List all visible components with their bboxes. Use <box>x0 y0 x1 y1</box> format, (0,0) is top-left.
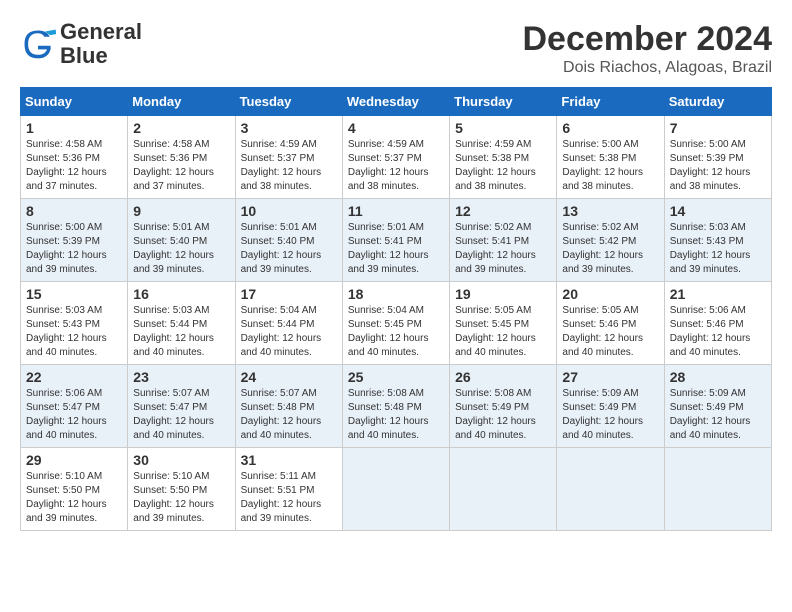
day-cell-20: 20Sunrise: 5:05 AMSunset: 5:46 PMDayligh… <box>557 282 664 365</box>
day-cell-4: 4Sunrise: 4:59 AMSunset: 5:37 PMDaylight… <box>342 116 449 199</box>
day-cell-31: 31Sunrise: 5:11 AMSunset: 5:51 PMDayligh… <box>235 448 342 531</box>
day-cell-21: 21Sunrise: 5:06 AMSunset: 5:46 PMDayligh… <box>664 282 771 365</box>
day-cell-23: 23Sunrise: 5:07 AMSunset: 5:47 PMDayligh… <box>128 365 235 448</box>
logo: General Blue <box>20 20 142 68</box>
day-cell-11: 11Sunrise: 5:01 AMSunset: 5:41 PMDayligh… <box>342 199 449 282</box>
day-cell-17: 17Sunrise: 5:04 AMSunset: 5:44 PMDayligh… <box>235 282 342 365</box>
day-cell-18: 18Sunrise: 5:04 AMSunset: 5:45 PMDayligh… <box>342 282 449 365</box>
logo-icon <box>20 26 56 62</box>
header-friday: Friday <box>557 88 664 116</box>
header-monday: Monday <box>128 88 235 116</box>
day-cell-29: 29Sunrise: 5:10 AMSunset: 5:50 PMDayligh… <box>21 448 128 531</box>
day-cell-27: 27Sunrise: 5:09 AMSunset: 5:49 PMDayligh… <box>557 365 664 448</box>
header-thursday: Thursday <box>450 88 557 116</box>
empty-cell <box>664 448 771 531</box>
day-cell-3: 3Sunrise: 4:59 AMSunset: 5:37 PMDaylight… <box>235 116 342 199</box>
day-cell-26: 26Sunrise: 5:08 AMSunset: 5:49 PMDayligh… <box>450 365 557 448</box>
day-cell-30: 30Sunrise: 5:10 AMSunset: 5:50 PMDayligh… <box>128 448 235 531</box>
day-cell-19: 19Sunrise: 5:05 AMSunset: 5:45 PMDayligh… <box>450 282 557 365</box>
empty-cell <box>557 448 664 531</box>
logo-line2: Blue <box>60 44 142 68</box>
empty-cell <box>342 448 449 531</box>
header-saturday: Saturday <box>664 88 771 116</box>
day-cell-1: 1Sunrise: 4:58 AMSunset: 5:36 PMDaylight… <box>21 116 128 199</box>
day-cell-9: 9Sunrise: 5:01 AMSunset: 5:40 PMDaylight… <box>128 199 235 282</box>
empty-cell <box>450 448 557 531</box>
calendar-table: Sunday Monday Tuesday Wednesday Thursday… <box>20 87 772 531</box>
week-row-1: 1Sunrise: 4:58 AMSunset: 5:36 PMDaylight… <box>21 116 772 199</box>
day-cell-5: 5Sunrise: 4:59 AMSunset: 5:38 PMDaylight… <box>450 116 557 199</box>
day-cell-12: 12Sunrise: 5:02 AMSunset: 5:41 PMDayligh… <box>450 199 557 282</box>
title-area: December 2024 Dois Riachos, Alagoas, Bra… <box>522 20 772 77</box>
day-cell-13: 13Sunrise: 5:02 AMSunset: 5:42 PMDayligh… <box>557 199 664 282</box>
day-cell-8: 8Sunrise: 5:00 AMSunset: 5:39 PMDaylight… <box>21 199 128 282</box>
page-subtitle: Dois Riachos, Alagoas, Brazil <box>522 59 772 77</box>
day-cell-2: 2Sunrise: 4:58 AMSunset: 5:36 PMDaylight… <box>128 116 235 199</box>
header-wednesday: Wednesday <box>342 88 449 116</box>
day-cell-14: 14Sunrise: 5:03 AMSunset: 5:43 PMDayligh… <box>664 199 771 282</box>
week-row-3: 15Sunrise: 5:03 AMSunset: 5:43 PMDayligh… <box>21 282 772 365</box>
day-cell-10: 10Sunrise: 5:01 AMSunset: 5:40 PMDayligh… <box>235 199 342 282</box>
day-cell-6: 6Sunrise: 5:00 AMSunset: 5:38 PMDaylight… <box>557 116 664 199</box>
page-header: General Blue December 2024 Dois Riachos,… <box>20 20 772 77</box>
day-cell-22: 22Sunrise: 5:06 AMSunset: 5:47 PMDayligh… <box>21 365 128 448</box>
day-cell-7: 7Sunrise: 5:00 AMSunset: 5:39 PMDaylight… <box>664 116 771 199</box>
weekday-header-row: Sunday Monday Tuesday Wednesday Thursday… <box>21 88 772 116</box>
page-title: December 2024 <box>522 20 772 59</box>
week-row-4: 22Sunrise: 5:06 AMSunset: 5:47 PMDayligh… <box>21 365 772 448</box>
week-row-5: 29Sunrise: 5:10 AMSunset: 5:50 PMDayligh… <box>21 448 772 531</box>
week-row-2: 8Sunrise: 5:00 AMSunset: 5:39 PMDaylight… <box>21 199 772 282</box>
header-tuesday: Tuesday <box>235 88 342 116</box>
day-cell-28: 28Sunrise: 5:09 AMSunset: 5:49 PMDayligh… <box>664 365 771 448</box>
logo-line1: General <box>60 20 142 44</box>
day-cell-16: 16Sunrise: 5:03 AMSunset: 5:44 PMDayligh… <box>128 282 235 365</box>
day-cell-24: 24Sunrise: 5:07 AMSunset: 5:48 PMDayligh… <box>235 365 342 448</box>
header-sunday: Sunday <box>21 88 128 116</box>
day-cell-25: 25Sunrise: 5:08 AMSunset: 5:48 PMDayligh… <box>342 365 449 448</box>
day-cell-15: 15Sunrise: 5:03 AMSunset: 5:43 PMDayligh… <box>21 282 128 365</box>
